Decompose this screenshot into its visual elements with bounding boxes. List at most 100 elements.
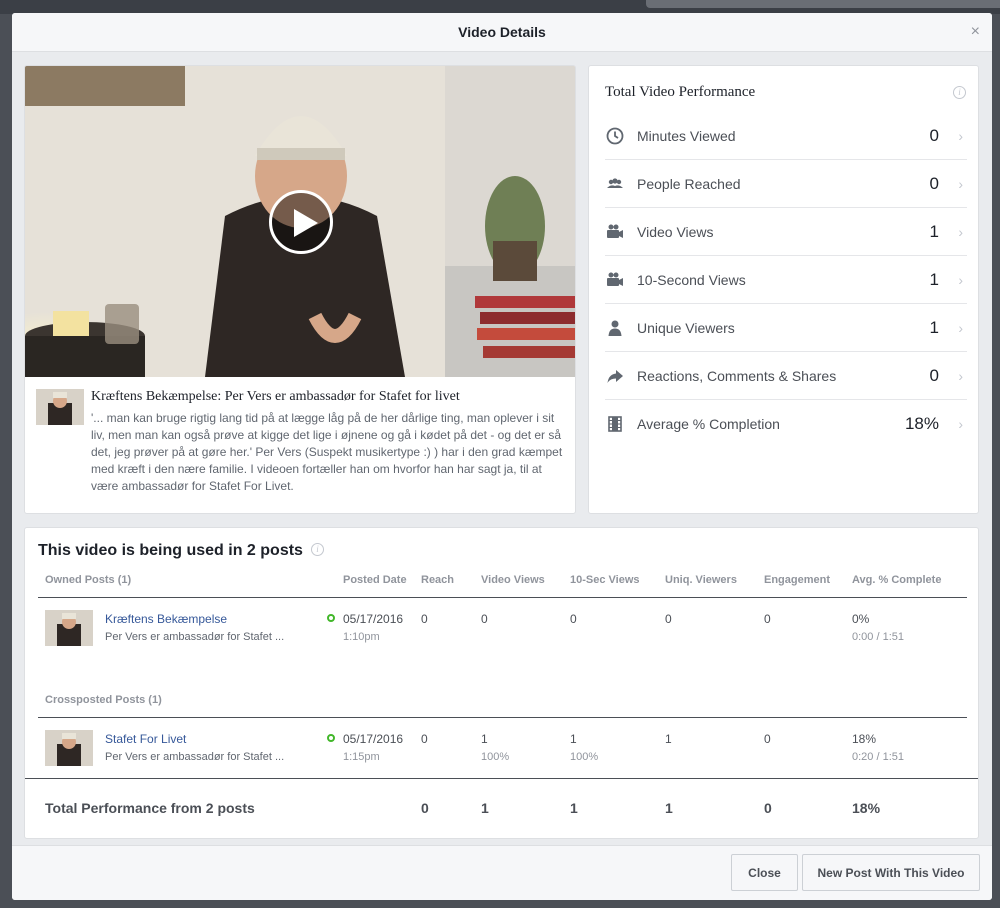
total-engagement: 0	[764, 800, 772, 816]
info-icon[interactable]: i	[311, 543, 324, 556]
column-header-engagement[interactable]: Engagement	[764, 574, 830, 586]
person-icon	[608, 320, 622, 336]
clock-icon	[606, 127, 624, 145]
ten-sec-views-value: 0	[570, 612, 577, 626]
crossposted-posts-header: Crossposted Posts (1)	[45, 694, 162, 706]
total-ten-sec-views: 1	[570, 800, 578, 816]
column-header-10-sec-views[interactable]: 10-Sec Views	[570, 574, 640, 586]
search-bar-background	[646, 0, 1000, 8]
ten-sec-views-percent: 100%	[570, 751, 599, 763]
play-icon	[294, 209, 318, 237]
engagement-value: 0	[764, 732, 771, 746]
metric-label: Video Views	[637, 223, 714, 240]
metric-value: 1	[929, 318, 939, 337]
posts-title: This video is being used in 2 posts	[38, 542, 303, 559]
performance-title: Total Video Performance	[605, 84, 756, 100]
crossposted-divider	[38, 717, 967, 718]
posts-usage-card: This video is being used in 2 posts i Ow…	[24, 527, 979, 839]
chevron-right-icon: ›	[958, 128, 963, 144]
metric-row-average-completion[interactable]: Average % Completion 18% ›	[605, 400, 967, 448]
posted-time: 1:15pm	[343, 751, 380, 763]
metric-row-video-views[interactable]: Video Views 1 ›	[605, 208, 967, 256]
video-title: Kræftens Bekæmpelse: Per Vers er ambassa…	[91, 389, 460, 404]
metric-row-minutes-viewed[interactable]: Minutes Viewed 0 ›	[605, 112, 967, 160]
people-icon	[607, 178, 623, 188]
metric-value: 0	[929, 174, 939, 193]
column-header-owned-posts: Owned Posts (1)	[45, 574, 132, 586]
total-video-performance-card: Total Video Performance i Minutes Viewed…	[588, 65, 979, 514]
total-reach: 0	[421, 800, 429, 816]
total-performance-row: Total Performance from 2 posts 0 1 1 1 0…	[25, 778, 978, 838]
total-video-views: 1	[481, 800, 489, 816]
metric-label: Unique Viewers	[637, 319, 735, 336]
post-thumbnail[interactable]	[45, 610, 93, 646]
column-header-reach[interactable]: Reach	[421, 574, 454, 586]
chevron-right-icon: ›	[958, 224, 963, 240]
metric-label: 10-Second Views	[637, 271, 746, 288]
top-navigation-bar	[0, 0, 1000, 14]
status-dot-icon	[327, 734, 335, 742]
column-header-avg-complete[interactable]: Avg. % Complete	[852, 574, 941, 586]
video-camera-icon	[607, 272, 623, 286]
metric-row-people-reached[interactable]: People Reached 0 ›	[605, 160, 967, 208]
video-description: '... man kan bruge rigtig lang tid på at…	[91, 411, 563, 493]
metric-value: 1	[929, 222, 939, 241]
column-header-video-views[interactable]: Video Views	[481, 574, 545, 586]
avg-complete-time: 0:20 / 1:51	[852, 751, 904, 763]
column-header-uniq-viewers[interactable]: Uniq. Viewers	[665, 574, 737, 586]
posted-date: 05/17/2016	[343, 732, 404, 746]
reach-value: 0	[421, 612, 428, 626]
video-views-value: 0	[481, 612, 488, 626]
posted-time: 1:10pm	[343, 631, 380, 643]
video-meta: Kræftens Bekæmpelse: Per Vers er ambassa…	[25, 377, 575, 495]
metric-value: 18%	[904, 414, 939, 433]
play-button[interactable]	[269, 190, 333, 254]
ten-sec-views-value: 1	[570, 732, 577, 746]
metric-row-unique-viewers[interactable]: Unique Viewers 1 ›	[605, 304, 967, 352]
avg-complete-time: 0:00 / 1:51	[852, 631, 904, 643]
post-subtitle: Per Vers er ambassadør for Stafet ...	[105, 631, 285, 643]
metric-value: 0	[929, 366, 939, 385]
chevron-right-icon: ›	[958, 368, 963, 384]
column-header-posted-date[interactable]: Posted Date	[343, 574, 407, 586]
share-arrow-icon	[607, 370, 623, 383]
total-label: Total Performance from 2 posts	[45, 800, 255, 816]
video-views-value: 1	[481, 732, 488, 746]
post-link[interactable]: Stafet For Livet	[105, 732, 186, 746]
metric-label: People Reached	[637, 175, 741, 192]
post-subtitle: Per Vers er ambassadør for Stafet ...	[105, 751, 285, 763]
video-details-dialog: Video Details × Kræftens Bekæmpelse: Per…	[12, 13, 992, 900]
avg-complete-value: 18%	[852, 732, 877, 746]
chevron-right-icon: ›	[958, 272, 963, 288]
new-post-with-video-button[interactable]: New Post With This Video	[802, 854, 980, 891]
close-icon[interactable]: ×	[971, 24, 980, 40]
post-link[interactable]: Kræftens Bekæmpelse	[105, 612, 227, 626]
total-uniq-viewers: 1	[665, 800, 673, 816]
close-button[interactable]: Close	[731, 854, 798, 891]
video-player[interactable]	[25, 66, 575, 377]
chevron-right-icon: ›	[958, 320, 963, 336]
total-avg-complete: 18%	[852, 800, 881, 816]
dialog-title: Video Details	[458, 24, 546, 40]
post-thumbnail[interactable]	[45, 730, 93, 766]
metric-row-reactions-comments-shares[interactable]: Reactions, Comments & Shares 0 ›	[605, 352, 967, 400]
status-dot-icon	[327, 614, 335, 622]
avg-complete-value: 0%	[852, 612, 870, 626]
chevron-right-icon: ›	[958, 176, 963, 192]
header-divider	[38, 597, 967, 598]
dialog-header: Video Details ×	[12, 13, 992, 52]
video-views-percent: 100%	[481, 751, 510, 763]
video-thumbnail-small	[36, 389, 84, 425]
metric-value: 1	[929, 270, 939, 289]
video-camera-icon	[607, 224, 623, 238]
info-icon[interactable]: i	[953, 86, 966, 99]
video-card: Kræftens Bekæmpelse: Per Vers er ambassa…	[24, 65, 576, 514]
metric-label: Reactions, Comments & Shares	[637, 367, 837, 384]
metric-label: Minutes Viewed	[637, 127, 736, 144]
chevron-right-icon: ›	[958, 416, 963, 432]
engagement-value: 0	[764, 612, 771, 626]
film-icon	[608, 416, 622, 432]
metric-label: Average % Completion	[637, 415, 780, 432]
page-background	[0, 900, 1000, 908]
metric-row-10-second-views[interactable]: 10-Second Views 1 ›	[605, 256, 967, 304]
